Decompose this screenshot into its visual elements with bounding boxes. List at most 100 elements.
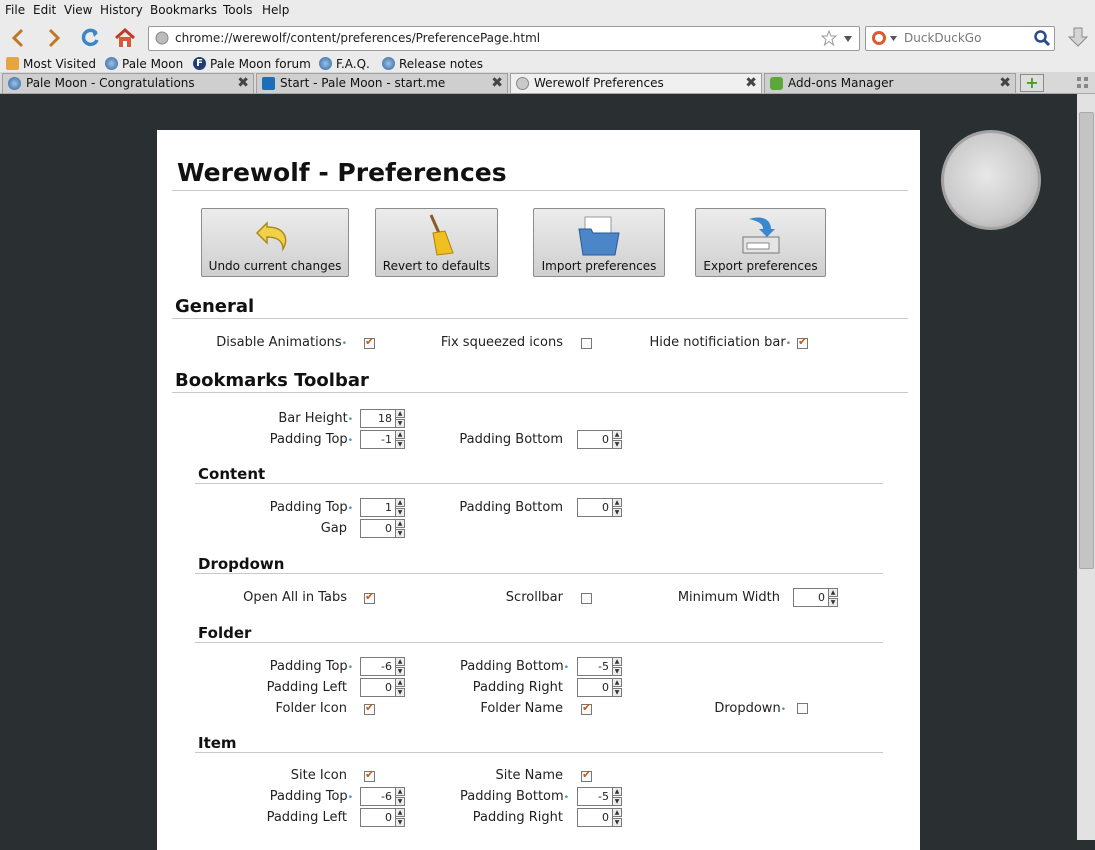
scrollbar-thumb[interactable] [1079,112,1094,569]
download-arrow-icon [1067,27,1089,47]
url-bar[interactable]: chrome://werewolf/content/preferences/Pr… [148,26,860,51]
increment-icon[interactable]: ▲ [395,808,405,817]
increment-icon[interactable]: ▲ [612,808,622,817]
menu-tools[interactable]: Tools [223,3,253,17]
increment-icon[interactable]: ▲ [612,657,622,666]
tab-pale-moon-congratulations[interactable]: Pale Moon - Congratulations ✖ [2,73,254,93]
search-engine-dropdown-icon[interactable] [889,35,898,42]
bookmark-pale-moon-forum[interactable]: F Pale Moon forum [193,55,311,72]
decrement-icon[interactable]: ▼ [395,688,405,697]
menu-view[interactable]: View [64,3,92,17]
increment-icon[interactable]: ▲ [395,787,405,796]
scrollbar-checkbox[interactable] [581,593,592,604]
decrement-icon[interactable]: ▼ [395,508,405,517]
tab-start-me[interactable]: Start - Pale Moon - start.me ✖ [256,73,508,93]
padding-bottom-spinner[interactable]: 0 ▲ ▼ [577,430,627,449]
hide-notification-bar-checkbox[interactable] [797,335,808,349]
folder-padding-bottom-spinner[interactable]: -5 ▲ ▼ [577,657,627,676]
folder-icon-checkbox[interactable] [364,701,375,715]
decrement-icon[interactable]: ▼ [612,440,622,449]
item-padding-right-spinner[interactable]: 0 ▲ ▼ [577,808,627,827]
decrement-icon[interactable]: ▼ [612,667,622,676]
bookmark-pale-moon[interactable]: Pale Moon [105,55,183,72]
list-all-tabs-icon[interactable] [1077,77,1089,89]
decrement-icon[interactable]: ▼ [395,440,405,449]
search-bar[interactable]: DuckDuckGo [865,26,1055,51]
increment-icon[interactable]: ▲ [612,430,622,439]
folder-padding-right-spinner[interactable]: 0 ▲ ▼ [577,678,627,697]
menubar: File Edit View History Bookmarks Tools H… [0,0,1095,22]
increment-icon[interactable]: ▲ [395,519,405,528]
menu-bookmarks[interactable]: Bookmarks [150,3,217,17]
bookmark-most-visited[interactable]: Most Visited [6,55,96,72]
export-preferences-button[interactable]: Export preferences [695,208,826,277]
divider [195,752,883,753]
back-button[interactable] [4,24,32,52]
gap-spinner[interactable]: 0 ▲ ▼ [360,519,410,538]
import-preferences-button[interactable]: Import preferences [533,208,665,277]
decrement-icon[interactable]: ▼ [395,818,405,827]
url-text[interactable]: chrome://werewolf/content/preferences/Pr… [175,31,540,45]
downloads-button[interactable] [1064,24,1092,52]
menu-edit[interactable]: Edit [33,3,56,17]
fix-squeezed-icons-checkbox[interactable] [581,338,592,349]
undo-changes-button[interactable]: Undo current changes [201,208,349,277]
increment-icon[interactable]: ▲ [828,588,838,597]
tab-werewolf-preferences[interactable]: Werewolf Preferences ✖ [510,73,762,93]
close-tab-icon[interactable]: ✖ [745,75,757,91]
folder-padding-left-spinner[interactable]: 0 ▲ ▼ [360,678,410,697]
menu-file[interactable]: File [5,3,25,17]
forward-button[interactable] [40,24,68,52]
item-padding-left-spinner[interactable]: 0 ▲ ▼ [360,808,410,827]
bookmark-faq[interactable]: F.A.Q. [319,55,370,72]
site-name-checkbox[interactable] [581,768,592,782]
revert-defaults-button[interactable]: Revert to defaults [375,208,498,277]
search-icon[interactable] [1033,29,1051,47]
reload-button[interactable] [76,24,104,52]
site-icon-checkbox[interactable] [364,768,375,782]
decrement-icon[interactable]: ▼ [612,508,622,517]
divider [195,483,883,484]
divider [195,573,883,574]
disable-animations-checkbox[interactable] [364,335,375,349]
increment-icon[interactable]: ▲ [612,678,622,687]
tab-add-ons-manager[interactable]: Add-ons Manager ✖ [764,73,1016,93]
increment-icon[interactable]: ▲ [612,787,622,796]
content-padding-top-spinner[interactable]: 1 ▲ ▼ [360,498,410,517]
decrement-icon[interactable]: ▼ [828,598,838,607]
decrement-icon[interactable]: ▼ [395,419,405,428]
content-padding-bottom-spinner[interactable]: 0 ▲ ▼ [577,498,627,517]
home-button[interactable] [111,24,139,52]
increment-icon[interactable]: ▲ [395,430,405,439]
close-tab-icon[interactable]: ✖ [491,75,503,91]
decrement-icon[interactable]: ▼ [612,797,622,806]
url-dropdown-icon[interactable] [843,35,853,43]
increment-icon[interactable]: ▲ [395,409,405,418]
bookmark-release-notes[interactable]: Release notes [382,55,483,72]
increment-icon[interactable]: ▲ [612,498,622,507]
decrement-icon[interactable]: ▼ [395,529,405,538]
increment-icon[interactable]: ▲ [395,657,405,666]
decrement-icon[interactable]: ▼ [612,818,622,827]
item-padding-top-spinner[interactable]: -6 ▲ ▼ [360,787,410,806]
bar-height-spinner[interactable]: 18 ▲ ▼ [360,409,410,428]
close-tab-icon[interactable]: ✖ [999,75,1011,91]
close-tab-icon[interactable]: ✖ [237,75,249,91]
increment-icon[interactable]: ▲ [395,678,405,687]
folder-name-checkbox[interactable] [581,701,592,715]
pale-moon-icon [319,57,332,70]
increment-icon[interactable]: ▲ [395,498,405,507]
decrement-icon[interactable]: ▼ [395,667,405,676]
folder-padding-top-spinner[interactable]: -6 ▲ ▼ [360,657,410,676]
minimum-width-spinner[interactable]: 0 ▲ ▼ [793,588,843,607]
decrement-icon[interactable]: ▼ [395,797,405,806]
folder-dropdown-checkbox[interactable] [797,703,808,714]
menu-history[interactable]: History [100,3,143,17]
decrement-icon[interactable]: ▼ [612,688,622,697]
bookmark-star-icon[interactable] [821,30,837,46]
menu-help[interactable]: Help [262,3,289,17]
padding-top-spinner[interactable]: -1 ▲ ▼ [360,430,410,449]
item-padding-bottom-spinner[interactable]: -5 ▲ ▼ [577,787,627,806]
open-all-in-tabs-checkbox[interactable] [364,590,375,604]
new-tab-button[interactable]: + [1020,74,1044,92]
